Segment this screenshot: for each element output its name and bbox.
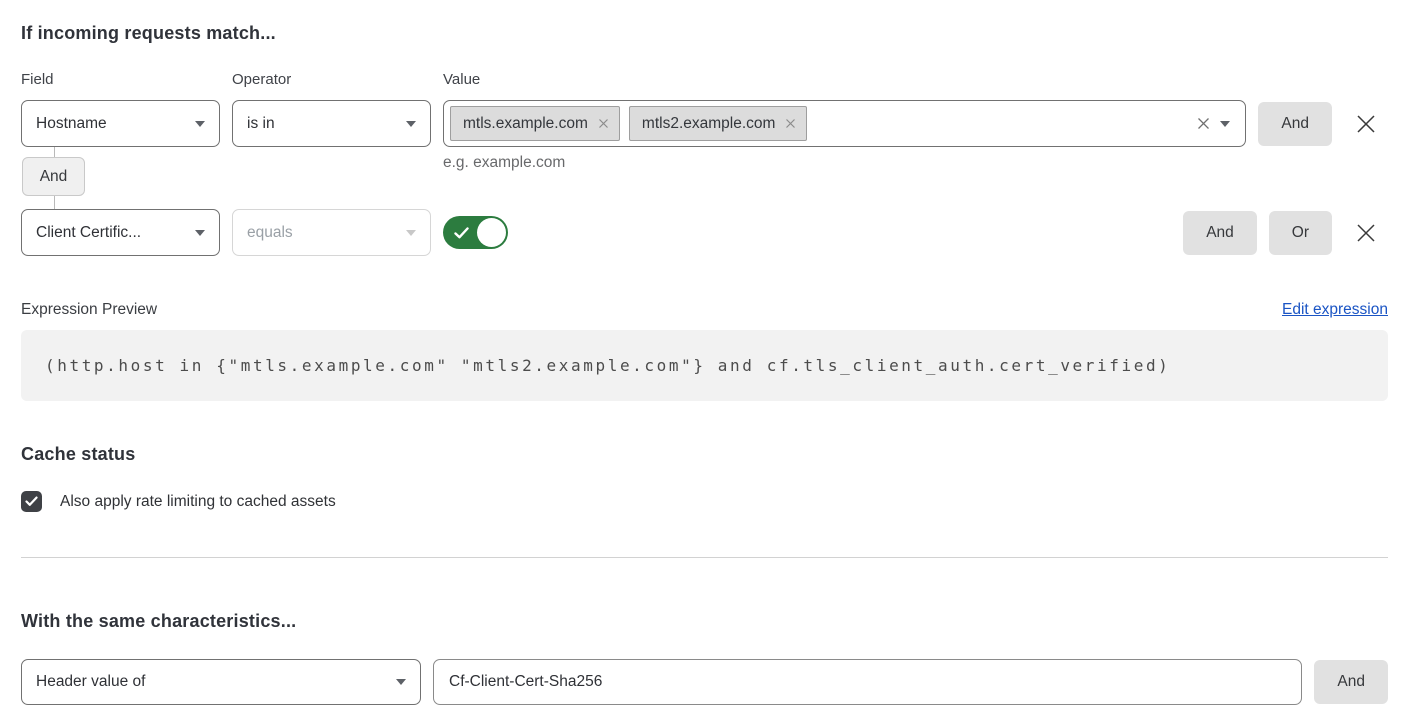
field-select-row2[interactable]: Client Certific... [21,209,220,256]
value-tag-label: mtls2.example.com [642,115,776,133]
chevron-down-icon [396,679,406,685]
condition-row-2: Client Certific... equals And Or [21,209,1388,256]
cached-assets-checkbox-row: Also apply rate limiting to cached asset… [21,491,1388,512]
value-helper-text: e.g. example.com [443,154,565,172]
chevron-down-icon [1220,121,1230,127]
value-column-label: Value [443,70,480,90]
hostname-value-multiselect[interactable]: mtls.example.com mtls2.example.com [443,100,1246,147]
chevron-down-icon [406,121,416,127]
connector-band: And e.g. example.com [21,147,1388,209]
expression-preview-section: Expression Preview Edit expression (http… [21,299,1388,401]
condition-connector: And [21,147,85,209]
field-select-row2-value: Client Certific... [36,224,141,242]
operator-column-label: Operator [232,70,431,90]
cache-status-section: Cache status Also apply rate limiting to… [21,443,1388,512]
close-icon [1355,113,1377,135]
remove-condition-row1[interactable] [1344,102,1388,146]
close-icon [1355,222,1377,244]
incoming-requests-title: If incoming requests match... [21,22,1388,45]
chevron-down-icon [195,230,205,236]
characteristic-row: Header value of And [21,659,1388,705]
value-tag: mtls2.example.com [629,106,808,141]
cached-assets-checkbox-label: Also apply rate limiting to cached asset… [60,493,336,511]
connector-line [54,196,55,209]
cert-verified-toggle[interactable] [443,216,508,249]
row2-and-button[interactable]: And [1183,211,1257,255]
check-icon [454,227,469,239]
chevron-down-icon [406,230,416,236]
connector-line [54,147,55,157]
rate-limiting-rule-builder: If incoming requests match... Field Oper… [0,0,1420,720]
remove-condition-row2[interactable] [1344,211,1388,255]
condition-row-1: Hostname is in mtls.example.com mtls2.ex… [21,100,1388,147]
toggle-knob [477,218,506,247]
cached-assets-checkbox[interactable] [21,491,42,512]
row1-and-button[interactable]: And [1258,102,1332,146]
operator-select-row1-value: is in [247,115,275,133]
operator-select-row1[interactable]: is in [232,100,431,147]
incoming-requests-section: If incoming requests match... Field Oper… [21,22,1388,256]
value-tag-label: mtls.example.com [463,115,588,133]
operator-select-row2-placeholder: equals [247,224,293,242]
section-divider [21,557,1388,558]
characteristics-title: With the same characteristics... [21,610,1388,633]
clear-values-icon[interactable] [1196,116,1211,131]
characteristic-select-value: Header value of [36,673,145,691]
connector-and-button[interactable]: And [22,157,85,196]
field-select-row1[interactable]: Hostname [21,100,220,147]
characteristics-section: With the same characteristics... Header … [21,610,1388,705]
chevron-down-icon [195,121,205,127]
expression-preview-label: Expression Preview [21,299,157,321]
check-icon [25,496,38,507]
row2-or-button[interactable]: Or [1269,211,1332,255]
remove-tag-icon[interactable] [785,118,796,129]
value-tag: mtls.example.com [450,106,620,141]
characteristic-select[interactable]: Header value of [21,659,421,705]
expression-preview-header: Expression Preview Edit expression [21,299,1388,321]
field-column-label: Field [21,70,220,90]
expression-code: (http.host in {"mtls.example.com" "mtls2… [21,330,1388,401]
characteristic-and-button[interactable]: And [1314,660,1388,704]
condition-column-labels: Field Operator Value [21,70,1388,90]
field-select-row1-value: Hostname [36,115,107,133]
remove-tag-icon[interactable] [598,118,609,129]
cache-status-title: Cache status [21,443,1388,466]
operator-select-row2: equals [232,209,431,256]
edit-expression-link[interactable]: Edit expression [1282,299,1388,321]
header-name-input[interactable] [433,659,1302,705]
